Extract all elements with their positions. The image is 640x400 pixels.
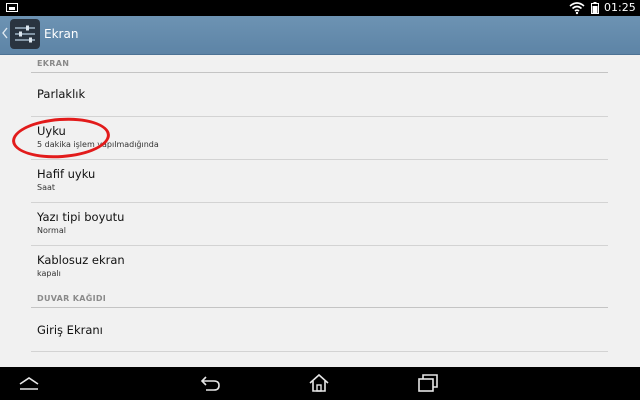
setting-subtitle: Saat bbox=[37, 183, 56, 192]
setting-subtitle: kapalı bbox=[37, 269, 61, 278]
setting-brightness[interactable]: Parlaklık bbox=[31, 73, 608, 116]
section-header-ekran: EKRAN bbox=[37, 59, 70, 68]
back-chevron-icon[interactable] bbox=[1, 25, 9, 41]
navigation-bar bbox=[0, 367, 640, 400]
setting-daydream[interactable]: Hafif uyku Saat bbox=[31, 160, 608, 202]
back-icon[interactable] bbox=[200, 373, 222, 393]
action-bar: Ekran bbox=[0, 16, 640, 55]
setting-home-screen[interactable]: Giriş Ekranı bbox=[31, 308, 608, 351]
setting-font-size[interactable]: Yazı tipi boyutu Normal bbox=[31, 203, 608, 245]
setting-title: Giriş Ekranı bbox=[37, 323, 103, 337]
setting-title: Yazı tipi boyutu bbox=[37, 210, 125, 224]
status-clock: 01:25 bbox=[604, 1, 636, 14]
setting-title: Parlaklık bbox=[37, 87, 86, 101]
settings-sliders-icon[interactable] bbox=[10, 19, 40, 49]
battery-icon bbox=[591, 2, 599, 14]
setting-sleep[interactable]: Uyku 5 dakika işlem yapılmadığında bbox=[31, 117, 608, 159]
section-header-wallpaper: DUVAR KAĞIDI bbox=[37, 294, 107, 303]
settings-list: EKRAN Parlaklık Uyku 5 dakika işlem yapı… bbox=[0, 55, 640, 367]
setting-title: Hafif uyku bbox=[37, 167, 96, 181]
setting-title: Kablosuz ekran bbox=[37, 253, 125, 267]
home-icon[interactable] bbox=[308, 373, 330, 393]
page-title: Ekran bbox=[44, 27, 79, 41]
recent-apps-icon[interactable] bbox=[417, 373, 439, 393]
screen: 01:25 Ekran EKRAN Parlaklık Uyku 5 dakik… bbox=[0, 0, 640, 400]
screenshot-icon bbox=[6, 3, 18, 12]
setting-wireless-display[interactable]: Kablosuz ekran kapalı bbox=[31, 246, 608, 288]
chevron-up-icon[interactable] bbox=[18, 373, 40, 393]
item-divider bbox=[31, 351, 608, 352]
status-bar: 01:25 bbox=[0, 0, 640, 16]
wifi-icon bbox=[569, 2, 585, 15]
setting-subtitle: Normal bbox=[37, 226, 66, 235]
